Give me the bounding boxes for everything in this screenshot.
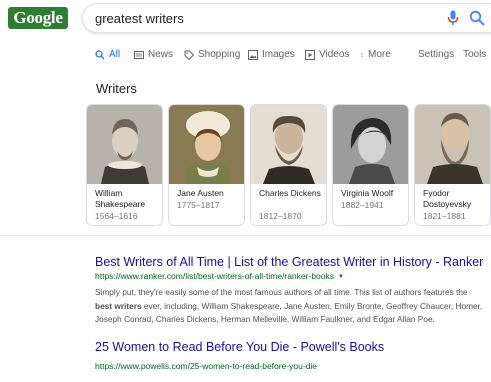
tag-icon: [184, 50, 194, 60]
writer-card[interactable]: Virginia Woolf 1882–1941: [332, 104, 409, 226]
portrait-image: [169, 105, 244, 184]
caret-down-icon[interactable]: ▼: [338, 274, 344, 280]
snippet-text: Simply put, they're easily some of the m…: [95, 287, 468, 297]
more-vert-icon: [361, 52, 363, 57]
writer-portrait: [87, 105, 162, 184]
tab-label: Settings: [418, 49, 455, 60]
search-icon: [95, 49, 105, 59]
writer-card[interactable]: William Shakespeare 1564–1616: [86, 104, 163, 226]
tab-label: More: [368, 49, 391, 60]
writer-name: Jane Austen: [177, 188, 224, 198]
writer-card[interactable]: Fyodor Dostoyevsky 1821–1881: [414, 104, 491, 226]
panel-title: Writers: [96, 81, 137, 96]
portrait-image: [87, 105, 162, 184]
tab-images[interactable]: Images: [248, 49, 295, 60]
microphone-icon[interactable]: [447, 10, 459, 26]
search-icon[interactable]: [469, 10, 485, 26]
search-tabs: All News Shopping Images Videos More Set…: [0, 49, 491, 63]
snippet-text: ever, including, William Shakespeare, Ja…: [141, 300, 483, 311]
tab-label: Shopping: [198, 49, 241, 60]
tab-all[interactable]: All: [95, 49, 120, 60]
portrait-image: [251, 105, 326, 184]
tab-shopping[interactable]: Shopping: [184, 49, 240, 60]
portrait-image: [333, 105, 408, 184]
result-url[interactable]: https://www.ranker.com/list/best-writers…: [95, 271, 344, 281]
snippet-bold: best writers: [95, 300, 142, 311]
writer-portrait: [251, 105, 326, 184]
writer-portrait: [169, 105, 244, 184]
writer-name: William Shakespeare: [95, 188, 146, 209]
result-snippet: Simply put, they're easily some of the m…: [95, 286, 487, 327]
play-icon: [305, 49, 315, 60]
writer-dates: 1821–1881: [423, 211, 466, 221]
search-input[interactable]: [95, 4, 425, 32]
writer-dates: 1564–1616: [95, 211, 138, 221]
tab-label: Images: [262, 49, 295, 60]
image-icon: [248, 49, 258, 60]
google-logo[interactable]: Google: [8, 7, 68, 29]
writer-dates: 1882–1941: [341, 200, 384, 210]
tab-news[interactable]: News: [134, 49, 173, 60]
tab-label: Videos: [319, 49, 350, 60]
tab-tools[interactable]: Tools: [463, 49, 486, 60]
writer-portrait: [333, 105, 408, 184]
writer-dates: 1775–1817: [177, 200, 220, 210]
tab-label: All: [109, 49, 121, 60]
writer-name: Fyodor Dostoyevsky: [423, 188, 472, 209]
writer-card[interactable]: Charles Dickens 1812–1870: [250, 104, 327, 226]
writer-card[interactable]: Jane Austen 1775–1817: [168, 104, 245, 226]
tab-label: News: [148, 49, 174, 60]
writer-name: Charles Dickens: [259, 188, 321, 198]
writer-name: Virginia Woolf: [341, 188, 394, 198]
snippet-text: Joseph Conrad, Charles Dickens, Herman M…: [95, 314, 435, 324]
tab-more[interactable]: More: [360, 49, 391, 60]
search-box[interactable]: [82, 3, 491, 33]
writer-dates: 1812–1870: [259, 211, 302, 221]
portrait-image: [415, 105, 490, 184]
result-url-text: https://www.ranker.com/list/best-writers…: [95, 271, 335, 281]
result-title-link[interactable]: 25 Women to Read Before You Die - Powell…: [95, 340, 384, 354]
result-title-link[interactable]: Best Writers of All Time | List of the G…: [95, 255, 483, 269]
tab-label: Tools: [463, 49, 487, 60]
writer-portrait: [415, 105, 490, 184]
news-icon: [134, 50, 144, 59]
tab-settings[interactable]: Settings: [418, 49, 454, 60]
tab-videos[interactable]: Videos: [305, 49, 349, 60]
section-divider: [0, 235, 491, 236]
result-url[interactable]: https://www.powells.com/25-women-to-read…: [95, 361, 317, 371]
